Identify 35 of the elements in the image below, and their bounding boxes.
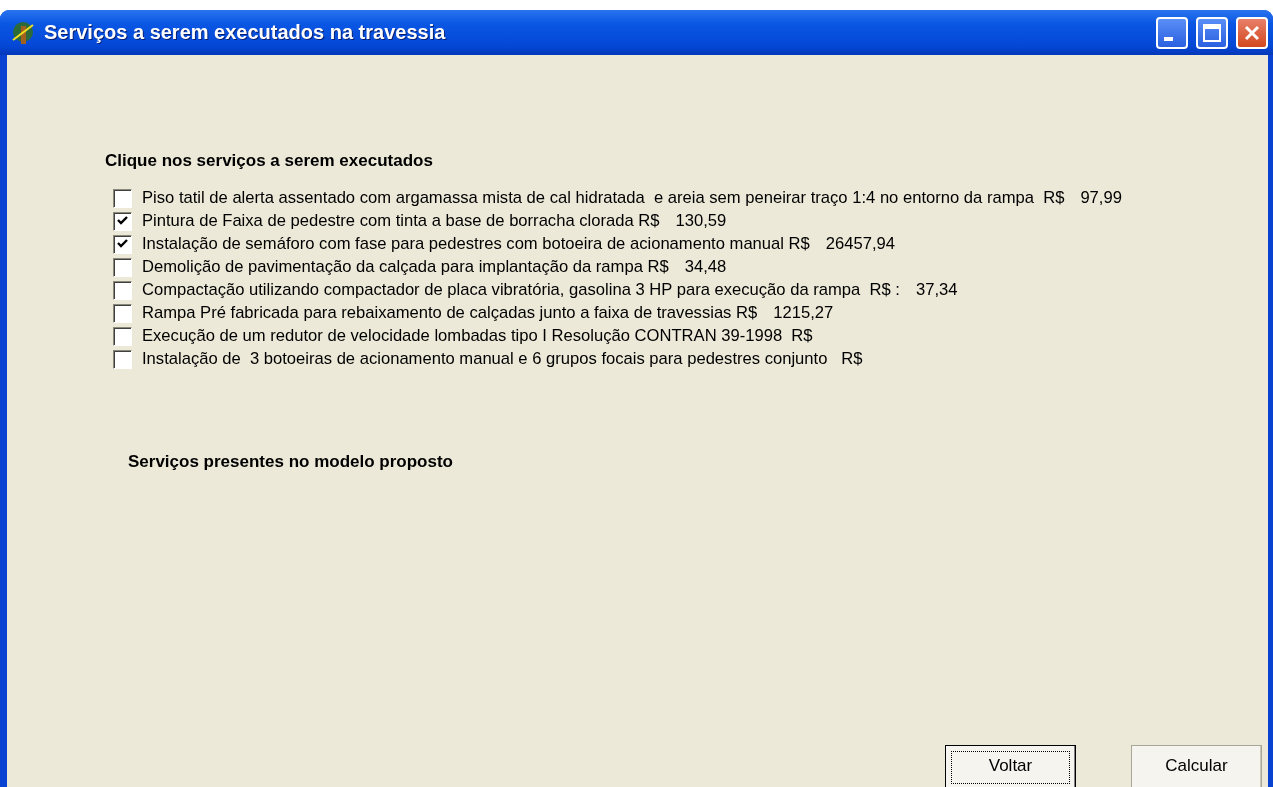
- checkbox[interactable]: [113, 257, 132, 277]
- service-label[interactable]: Piso tatil de alerta assentado com argamassa mista de cal hidratada e areia sem peneirar traço 1:4 no entorno da rampa R$: [142, 188, 1065, 208]
- checkbox[interactable]: [113, 326, 132, 346]
- checkbox[interactable]: [113, 280, 132, 300]
- service-label[interactable]: Execução de um redutor de velocidade lombadas tipo I Resolução CONTRAN 39-1998 R$: [142, 326, 813, 346]
- checkbox[interactable]: [113, 188, 132, 208]
- app-icon: [10, 19, 36, 46]
- minimize-icon: [1164, 36, 1173, 41]
- action-button[interactable]: Voltar: [945, 745, 1076, 787]
- checkbox[interactable]: [113, 234, 132, 254]
- service-price: 34,48: [684, 257, 727, 277]
- checkbox[interactable]: [113, 303, 132, 323]
- maximize-button[interactable]: [1196, 16, 1228, 49]
- action-button[interactable]: Calcular: [1131, 745, 1262, 787]
- service-label[interactable]: Instalação de semáforo com fase para pedestres com botoeira de acionamento manual R$: [142, 234, 810, 254]
- service-price: 37,34: [915, 280, 958, 300]
- checkbox[interactable]: [113, 349, 132, 369]
- service-label[interactable]: Demolição de pavimentação da calçada para implantação da rampa R$: [142, 257, 669, 277]
- close-button[interactable]: [1236, 16, 1268, 49]
- maximize-icon: [1202, 22, 1222, 43]
- service-price: 26457,94: [825, 234, 896, 254]
- service-label[interactable]: Compactação utilizando compactador de placa vibratória, gasolina 3 HP para execução da rampa R$ :: [142, 280, 900, 300]
- services-heading: Clique nos serviços a serem executados: [105, 151, 433, 171]
- checkbox[interactable]: [113, 211, 132, 231]
- check-icon: [117, 239, 128, 249]
- model-heading: Serviços presentes no modelo proposto: [128, 452, 453, 472]
- check-icon: [117, 216, 128, 226]
- service-label[interactable]: Instalação de 3 botoeiras de acionamento manual e 6 grupos focais para pedestres conjunto R$: [142, 349, 863, 369]
- service-price: 130,59: [675, 211, 727, 231]
- window-title: Serviços a serem executados na travessia: [44, 21, 447, 44]
- minimize-button[interactable]: [1156, 16, 1188, 49]
- service-label[interactable]: Rampa Pré fabricada para rebaixamento de calçadas junto a faixa de travessias R$: [142, 303, 758, 323]
- service-label[interactable]: Pintura de Faixa de pedestre com tinta a base de borracha clorada R$: [142, 211, 660, 231]
- service-price: 97,99: [1080, 188, 1122, 208]
- service-price: 1215,27: [773, 303, 834, 323]
